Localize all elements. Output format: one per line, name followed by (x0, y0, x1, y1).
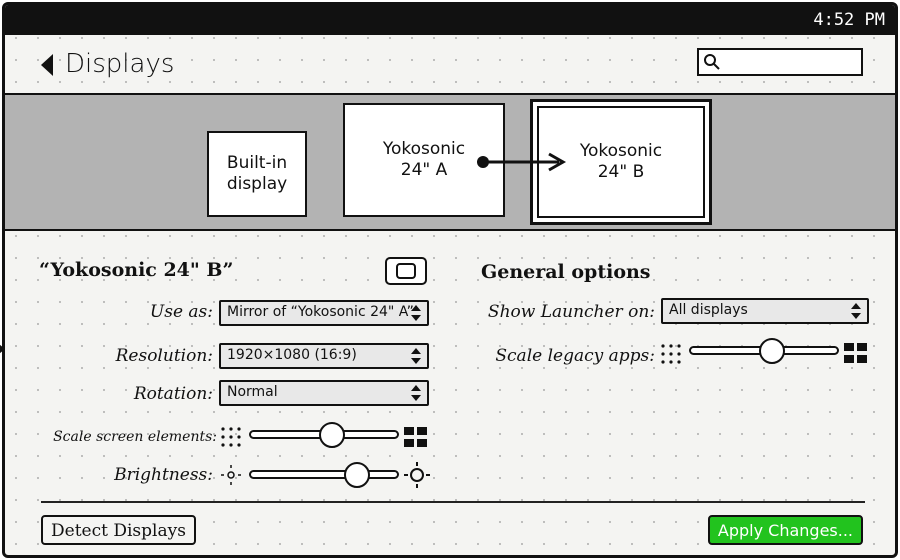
large-blocks-icon (844, 343, 867, 363)
scale-legacy-label: Scale legacy apps: (495, 346, 655, 366)
page-title[interactable]: Displays (65, 49, 174, 79)
monitor-label: Built-in display (226, 152, 288, 194)
rotation-select[interactable]: Normal (219, 380, 429, 406)
search-icon (704, 54, 720, 70)
sun-large-icon (404, 462, 430, 488)
back-icon[interactable] (41, 54, 53, 76)
display-arrangement: Built-in display Yokosonic 24" A Yokoson… (5, 93, 895, 231)
brightness-label: Brightness: (114, 465, 213, 485)
scale-slider[interactable] (249, 422, 399, 448)
apply-changes-button[interactable]: Apply Changes... (707, 515, 863, 545)
scale-label: Scale screen elements: (53, 429, 217, 445)
show-launcher-select[interactable]: All displays (661, 298, 869, 324)
monitor-label: Yokosonic 24" A (382, 138, 466, 180)
large-blocks-icon (404, 427, 427, 447)
rotation-label: Rotation: (133, 384, 213, 404)
chevrons-icon (411, 305, 421, 321)
clock: 4:52 PM (813, 10, 885, 30)
slider-thumb[interactable] (318, 422, 345, 448)
search-input[interactable] (697, 48, 863, 76)
small-dots-icon (221, 427, 241, 447)
detect-displays-button[interactable]: Detect Displays (41, 515, 196, 545)
resolution-label: Resolution: (115, 346, 213, 366)
chevrons-icon (411, 348, 421, 364)
use-as-value: Mirror of “Yokosonic 24" A” (227, 304, 414, 320)
display-enabled-toggle[interactable] (385, 257, 427, 285)
header: Displays (5, 35, 895, 93)
mirror-arrow-icon (477, 152, 567, 172)
small-dots-icon (661, 344, 681, 364)
slider-track (249, 470, 399, 479)
sun-small-icon (221, 465, 241, 485)
rotation-value: Normal (227, 384, 278, 400)
use-as-select[interactable]: Mirror of “Yokosonic 24" A” (219, 300, 429, 326)
edge-handle-icon (0, 344, 5, 354)
monitor-builtin[interactable]: Built-in display (207, 131, 307, 217)
slider-thumb[interactable] (344, 462, 370, 488)
monitor-label: Yokosonic 24" B (579, 140, 663, 182)
toggle-inner (396, 263, 416, 279)
divider (41, 501, 865, 503)
status-bar: 4:52 PM (5, 5, 895, 35)
resolution-value: 1920×1080 (16:9) (227, 347, 357, 363)
brightness-slider[interactable] (249, 462, 399, 488)
window: 4:52 PM Displays Built-in display Yokoso… (2, 2, 898, 558)
use-as-label: Use as: (149, 302, 213, 322)
show-launcher-label: Show Launcher on: (487, 302, 655, 322)
chevrons-icon (411, 385, 421, 401)
show-launcher-value: All displays (669, 302, 748, 318)
chevrons-icon (851, 303, 861, 319)
resolution-select[interactable]: 1920×1080 (16:9) (219, 343, 429, 369)
display-name-title: “Yokosonic 24" B” (39, 259, 234, 281)
general-options-title: General options (481, 261, 651, 283)
scale-legacy-slider[interactable] (689, 338, 839, 364)
slider-thumb[interactable] (758, 338, 785, 364)
